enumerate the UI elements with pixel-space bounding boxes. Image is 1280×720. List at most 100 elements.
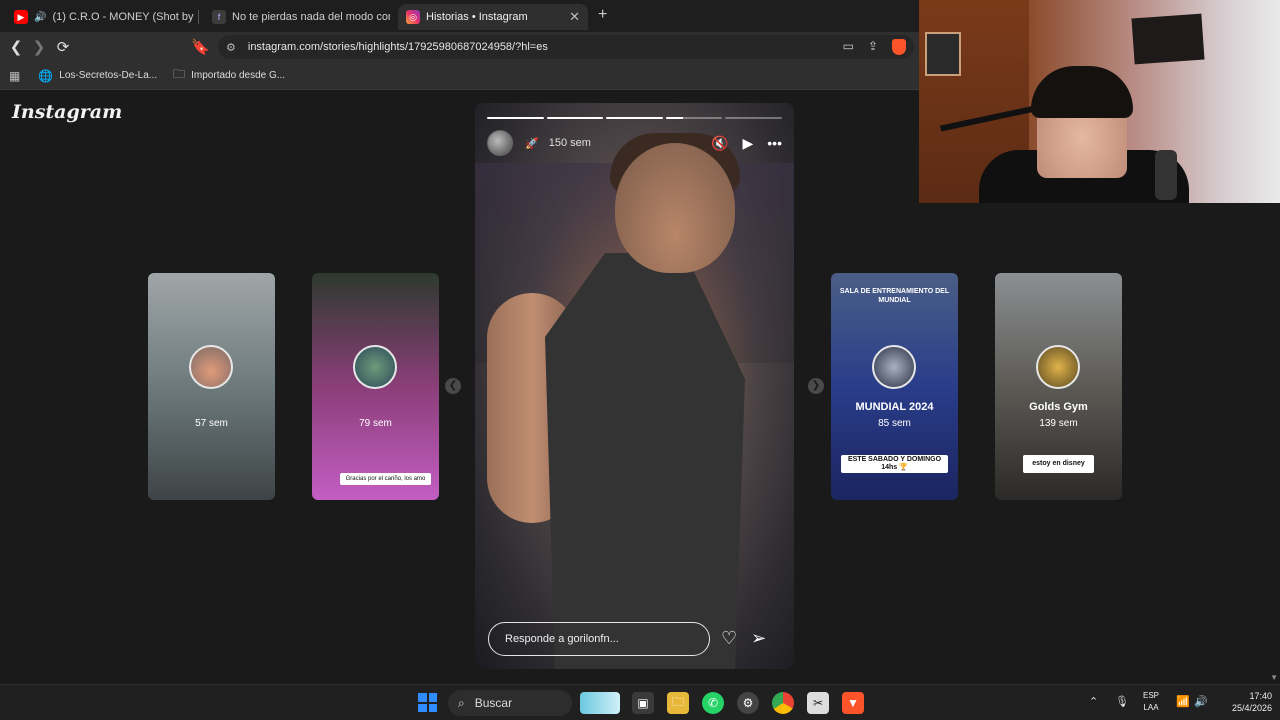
webcam-wall-poster	[1131, 13, 1205, 65]
scroll-down-icon[interactable]: ▼	[1270, 673, 1278, 682]
bookmark-label: Importado desde G...	[191, 70, 286, 81]
youtube-icon: ▶	[14, 10, 28, 24]
close-tab-icon[interactable]: ✕	[569, 9, 580, 25]
highlight-card[interactable]: 57 sem	[148, 273, 275, 500]
folder-icon: 🗀	[173, 67, 186, 81]
volume-icon[interactable]: 🔊	[1194, 695, 1208, 708]
cast-icon[interactable]: ▭	[843, 39, 854, 55]
previous-story-arrow-icon[interactable]: ❮	[445, 378, 461, 394]
mute-icon[interactable]: 🔇	[711, 135, 728, 152]
bookmarks-bar: ▦ 🌐 Los-Secretos-De-La... 🗀 Importado de…	[0, 62, 920, 90]
progress-fill	[546, 117, 604, 119]
language-indicator[interactable]: ESP LAA	[1143, 690, 1159, 714]
apps-grid-icon[interactable]: ▦	[9, 69, 20, 83]
highlight-card[interactable]: 79 sem Gracias por el cariño, los amo	[312, 273, 439, 500]
widgets-icon[interactable]	[580, 692, 620, 714]
highlight-sticker: ESTE SABADO Y DOMINGO 14hs 🏆	[841, 455, 948, 473]
doc-icon: f	[212, 10, 226, 24]
taskbar-search[interactable]: ⌕ Buscar	[448, 690, 572, 716]
play-icon[interactable]: ▶	[743, 135, 754, 152]
tab-strip: ▶ 🔊 (1) C.R.O - MONEY (Shot by BALL f No…	[0, 0, 920, 32]
story-progress-bar	[487, 117, 782, 119]
site-settings-icon[interactable]: ⚙	[226, 41, 236, 54]
highlight-age: 79 sem	[359, 418, 392, 429]
system-clock[interactable]: 17:40 25/4/2026	[1212, 690, 1272, 714]
highlight-title: Golds Gym	[1029, 401, 1088, 413]
highlight-age: 57 sem	[195, 418, 228, 429]
instagram-logo[interactable]: Instagram	[12, 101, 122, 123]
highlight-avatar	[1036, 345, 1080, 389]
send-icon[interactable]: ➢	[751, 628, 766, 649]
windows-start-icon[interactable]	[418, 693, 437, 712]
share-icon[interactable]: ⇪	[868, 39, 878, 55]
back-arrow-icon[interactable]: ❮	[7, 38, 25, 56]
task-view-icon[interactable]: ▣	[632, 692, 654, 714]
tray-overflow-icon[interactable]: ⌃	[1089, 695, 1098, 708]
highlight-top-text: SALA DE ENTRENAMIENTO DEL MUNDIAL	[839, 288, 950, 304]
highlight-sticker: estoy en disney	[1023, 455, 1094, 473]
tab-document[interactable]: f No te pierdas nada del modo compe	[204, 4, 390, 30]
highlight-card[interactable]: Golds Gym 139 sem estoy en disney	[995, 273, 1122, 500]
webcam-person-hair	[1031, 66, 1133, 118]
forward-arrow-icon[interactable]: ❯	[30, 38, 48, 56]
address-bar[interactable]: ⚙ instagram.com/stories/highlights/17925…	[218, 35, 914, 59]
reload-icon[interactable]: ⟳	[54, 38, 72, 56]
new-tab-button[interactable]: +	[598, 6, 607, 24]
settings-gear-icon[interactable]: ⚙	[737, 692, 759, 714]
more-options-icon[interactable]: •••	[767, 135, 782, 151]
story-image-head	[615, 143, 735, 273]
bookmark-icon[interactable]: 🔖	[191, 38, 210, 56]
screen: ▶ 🔊 (1) C.R.O - MONEY (Shot by BALL f No…	[0, 0, 1280, 720]
tab-youtube[interactable]: ▶ 🔊 (1) C.R.O - MONEY (Shot by BALL	[6, 4, 194, 30]
search-icon: ⌕	[458, 695, 465, 710]
capcut-icon[interactable]: ✂	[807, 692, 829, 714]
webcam-picture-frame	[925, 32, 961, 76]
file-explorer-icon[interactable]: 🗀	[667, 692, 689, 714]
highlight-age: 85 sem	[878, 418, 911, 429]
instagram-icon: ◎	[406, 10, 420, 24]
language-code: ESP	[1143, 691, 1160, 700]
highlight-avatar	[872, 345, 916, 389]
microphone-icon[interactable]: 🎙	[1115, 695, 1129, 708]
webcam-overlay	[919, 0, 1280, 203]
highlight-title: MUNDIAL 2024	[855, 401, 934, 413]
highlight-avatar	[353, 345, 397, 389]
bookmark-secretos[interactable]: 🌐 Los-Secretos-De-La...	[38, 69, 157, 83]
highlight-caption: Gracias por el cariño, los amo	[340, 473, 431, 485]
progress-fill	[665, 117, 683, 119]
progress-fill	[606, 117, 663, 119]
tab-label: Historias • Instagram	[426, 11, 528, 23]
windows-taskbar: ⌕ Buscar ▣ 🗀 ✆ ⚙ ✂ ▼ ⌃ 🎙 ESP LAA 📶 🔊 17:…	[0, 684, 1280, 720]
bookmark-label: Los-Secretos-De-La...	[59, 70, 158, 81]
search-label: Buscar	[474, 696, 513, 710]
tab-instagram[interactable]: ◎ Historias • Instagram ✕	[398, 4, 588, 30]
clock-time: 17:40	[1249, 691, 1272, 701]
like-heart-icon[interactable]: ♡	[721, 628, 737, 649]
brave-shields-icon[interactable]	[892, 39, 906, 55]
webcam-bottle	[1155, 150, 1177, 200]
chrome-icon[interactable]	[772, 692, 794, 714]
progress-fill	[487, 117, 544, 119]
progress-segment	[606, 117, 663, 119]
reply-input[interactable]: Responde a gorilonfn...	[488, 622, 710, 656]
wifi-icon[interactable]: 📶	[1176, 695, 1190, 708]
tab-label: (1) C.R.O - MONEY (Shot by BALL	[52, 11, 194, 23]
keyboard-layout: LAA	[1143, 703, 1159, 712]
progress-segment	[725, 117, 782, 119]
story-avatar[interactable]	[487, 130, 513, 156]
next-story-arrow-icon[interactable]: ❯	[808, 378, 824, 394]
url-text: instagram.com/stories/highlights/1792598…	[247, 41, 548, 53]
whatsapp-icon[interactable]: ✆	[702, 692, 724, 714]
browser-toolbar: ❮ ❯ ⟳ 🔖 ⚙ instagram.com/stories/highligh…	[0, 32, 920, 62]
progress-segment	[665, 117, 723, 119]
bookmark-importado[interactable]: 🗀 Importado desde G...	[173, 65, 285, 86]
clock-date: 25/4/2026	[1231, 703, 1272, 713]
brave-browser-icon[interactable]: ▼	[842, 692, 864, 714]
story-viewer[interactable]: 🚀 150 sem 🔇 ▶ ••• Responde a gorilonfn..…	[475, 103, 794, 669]
tab-label: No te pierdas nada del modo compe	[232, 11, 390, 23]
highlight-emoji: 🚀	[525, 137, 539, 150]
story-header: 🚀 150 sem 🔇 ▶ •••	[487, 130, 782, 156]
highlight-card[interactable]: SALA DE ENTRENAMIENTO DEL MUNDIAL MUNDIA…	[831, 273, 958, 500]
progress-segment	[487, 117, 544, 119]
speaker-icon[interactable]: 🔊	[34, 12, 46, 23]
